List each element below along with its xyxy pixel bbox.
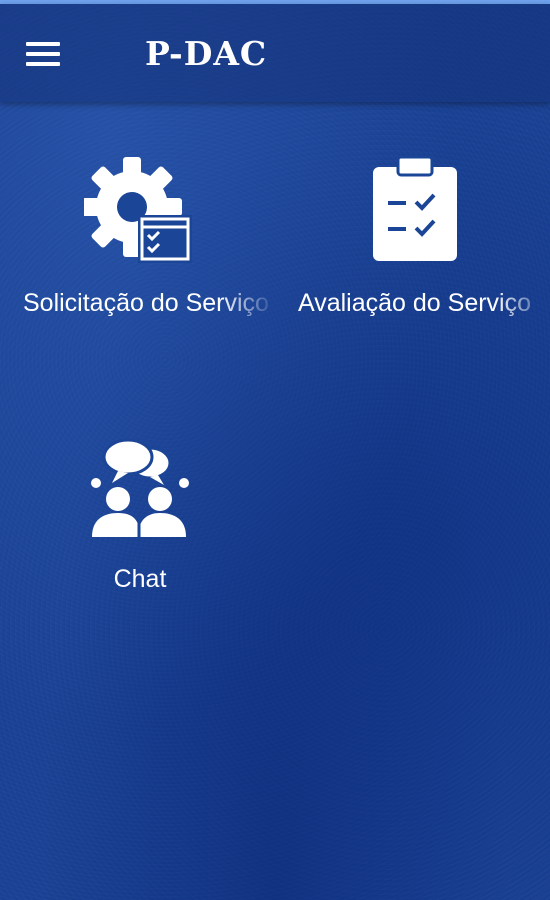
tile-label: Solicitação do Serviço	[23, 289, 269, 317]
app-bar: P-DAC	[0, 4, 550, 102]
gear-checklist-icon	[82, 155, 196, 267]
tile-chat[interactable]: Chat	[5, 430, 275, 630]
tile-label: Chat	[113, 565, 167, 593]
chat-people-icon	[88, 435, 192, 539]
tile-service-request[interactable]: Solicitação do Serviço	[5, 150, 275, 350]
tile-service-evaluation[interactable]: Avaliação do Serviço	[280, 150, 550, 350]
app-title: P-DAC	[145, 34, 268, 73]
tile-label: Avaliação do Serviço	[298, 289, 532, 317]
hamburger-menu-icon[interactable]	[18, 34, 68, 74]
clipboard-checklist-icon	[370, 155, 460, 263]
